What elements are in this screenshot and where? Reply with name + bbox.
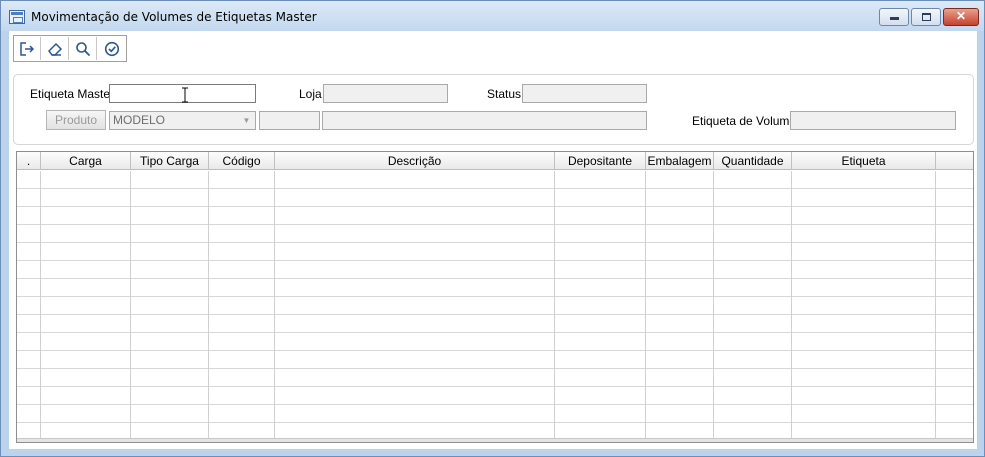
text-cursor-icon <box>182 87 188 103</box>
column-divider <box>713 171 714 442</box>
exit-button[interactable] <box>14 37 41 60</box>
etiqueta-volume-input[interactable] <box>790 111 956 130</box>
table-row[interactable] <box>17 261 973 279</box>
client-area: Etiqueta Master Loja Status Produto MODE… <box>9 31 977 449</box>
table-row[interactable] <box>17 405 973 423</box>
column-header-embalagem[interactable]: Embalagem <box>646 152 714 170</box>
minimize-icon <box>889 17 899 20</box>
minimize-button[interactable] <box>879 8 909 26</box>
column-header-carga[interactable]: Carga <box>41 152 131 170</box>
produto-code-input[interactable] <box>259 111 320 130</box>
app-window: Movimentação de Volumes de Etiquetas Mas… <box>0 0 985 457</box>
data-grid[interactable]: . Carga Tipo Carga Código Descrição Depo… <box>16 151 974 443</box>
produto-button[interactable]: Produto <box>46 110 106 130</box>
column-divider <box>791 171 792 442</box>
table-row[interactable] <box>17 225 973 243</box>
table-row[interactable] <box>17 315 973 333</box>
column-header-etiqueta[interactable]: Etiqueta <box>792 152 936 170</box>
toolbar <box>13 35 127 62</box>
column-divider <box>40 171 41 442</box>
maximize-icon <box>921 13 931 21</box>
column-header-tipo-carga[interactable]: Tipo Carga <box>131 152 209 170</box>
grid-header: . Carga Tipo Carga Código Descrição Depo… <box>17 152 973 170</box>
table-row[interactable] <box>17 279 973 297</box>
etiqueta-master-label: Etiqueta Master <box>30 87 115 101</box>
column-divider <box>645 171 646 442</box>
table-row[interactable] <box>17 171 973 189</box>
close-button[interactable]: ✕ <box>943 8 979 26</box>
table-row[interactable] <box>17 369 973 387</box>
column-header-filler <box>936 152 973 170</box>
search-button[interactable] <box>70 37 97 60</box>
table-row[interactable] <box>17 207 973 225</box>
column-divider <box>274 171 275 442</box>
status-input[interactable] <box>522 84 647 103</box>
window-title: Movimentação de Volumes de Etiquetas Mas… <box>31 10 317 24</box>
maximize-button[interactable] <box>911 8 941 26</box>
table-row[interactable] <box>17 387 973 405</box>
column-header-descricao[interactable]: Descrição <box>275 152 555 170</box>
loja-input[interactable] <box>323 84 448 103</box>
app-window-icon <box>9 10 25 24</box>
table-row[interactable] <box>17 333 973 351</box>
confirm-check-icon <box>104 41 119 56</box>
title-bar[interactable]: Movimentação de Volumes de Etiquetas Mas… <box>1 1 984 31</box>
table-row[interactable] <box>17 243 973 261</box>
modelo-select[interactable]: MODELO ▼ <box>109 111 256 130</box>
column-divider <box>208 171 209 442</box>
table-row[interactable] <box>17 189 973 207</box>
status-label: Status <box>487 87 522 101</box>
etiqueta-volume-label: Etiqueta de Volume <box>692 114 797 128</box>
search-icon <box>76 41 91 56</box>
column-divider <box>130 171 131 442</box>
column-divider <box>935 171 936 442</box>
column-header-codigo[interactable]: Código <box>209 152 275 170</box>
grid-body <box>17 171 973 442</box>
clear-button[interactable] <box>42 37 69 60</box>
modelo-select-value: MODELO <box>113 113 166 127</box>
chevron-down-icon[interactable]: ▼ <box>239 113 254 128</box>
eraser-icon <box>48 42 63 56</box>
horizontal-scrollbar[interactable] <box>17 438 973 442</box>
column-header-depositante[interactable]: Depositante <box>555 152 646 170</box>
table-row[interactable] <box>17 351 973 369</box>
column-header-indicator[interactable]: . <box>17 152 41 170</box>
exit-icon <box>20 41 35 56</box>
close-icon: ✕ <box>955 9 967 23</box>
produto-description-input[interactable] <box>322 111 647 130</box>
column-divider <box>554 171 555 442</box>
column-header-quantidade[interactable]: Quantidade <box>714 152 792 170</box>
table-row[interactable] <box>17 297 973 315</box>
loja-label: Loja <box>299 87 322 101</box>
confirm-button[interactable] <box>98 37 125 60</box>
